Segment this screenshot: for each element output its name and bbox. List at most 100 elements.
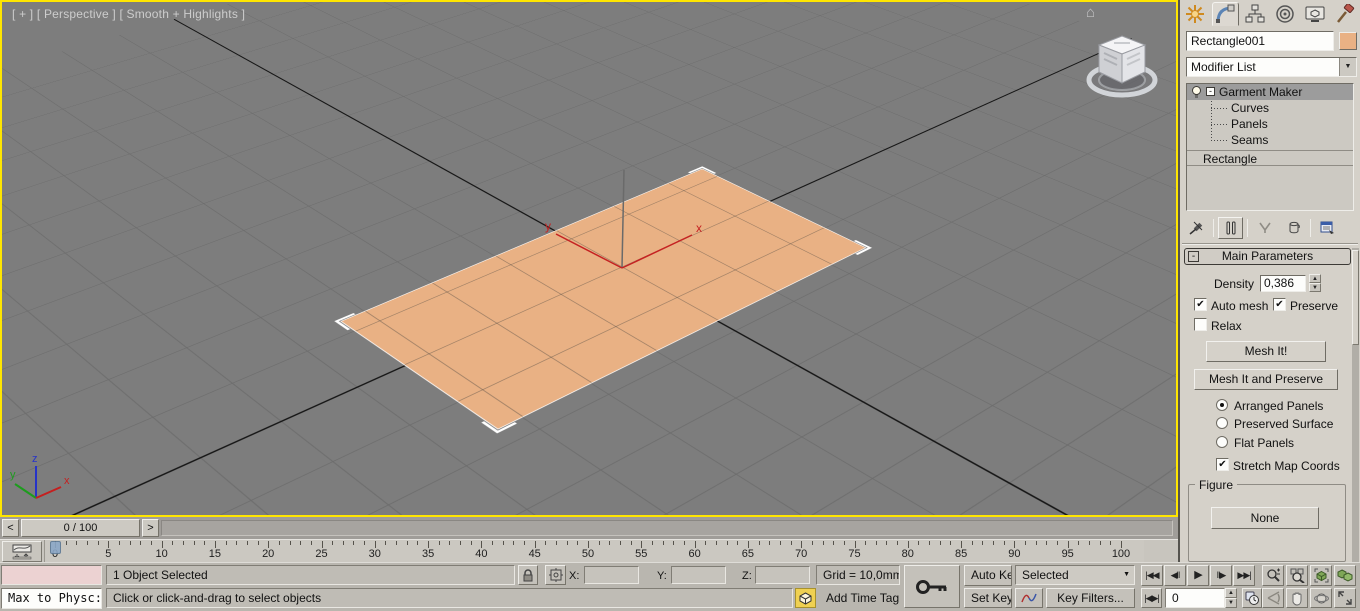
current-frame-field[interactable]: 0 <box>1165 588 1225 608</box>
density-field[interactable]: 0,386 <box>1260 275 1306 292</box>
auto-key-button[interactable]: Auto Key <box>964 565 1012 586</box>
display-icon <box>1305 6 1325 22</box>
zoom-extents-all-button[interactable] <box>1334 565 1356 586</box>
coord-z-field[interactable] <box>755 566 810 584</box>
next-frame-playback-button[interactable]: ‖▶ <box>1210 565 1232 586</box>
object-color-swatch[interactable] <box>1339 32 1357 50</box>
figure-none-button[interactable]: None <box>1211 507 1319 529</box>
spin-down-icon[interactable]: ▼ <box>1225 598 1237 608</box>
spin-down-icon[interactable]: ▼ <box>1309 283 1321 292</box>
stack-subobject-curves[interactable]: Curves <box>1187 100 1353 116</box>
maximize-viewport-toggle[interactable] <box>1334 588 1356 608</box>
prompt-line: Click or click-and-drag to select object… <box>106 588 793 608</box>
configure-sets-icon <box>1320 221 1334 234</box>
time-slider[interactable]: 0 / 100 <box>21 519 140 537</box>
viewport-perspective[interactable]: x y [ + ] [ Perspective ] [ Smooth + Hig… <box>0 0 1178 517</box>
remove-modifier-button[interactable] <box>1281 217 1306 239</box>
coord-x-field[interactable] <box>584 566 639 584</box>
spin-up-icon[interactable]: ▲ <box>1225 588 1237 598</box>
stack-subobject-panels[interactable]: Panels <box>1187 116 1353 132</box>
preserved-surface-radio[interactable] <box>1216 417 1228 429</box>
set-key-button[interactable]: Set Key <box>964 588 1012 608</box>
trackbar-frame-label: 65 <box>741 548 755 560</box>
mesh-it-and-preserve-button[interactable]: Mesh It and Preserve <box>1194 369 1338 390</box>
tab-utilities[interactable] <box>1332 2 1359 26</box>
zoom-all-icon <box>1290 568 1305 583</box>
previous-frame-button[interactable]: < <box>2 519 19 537</box>
flat-panels-radio[interactable] <box>1216 436 1228 448</box>
key-filters-button[interactable]: Key Filters... <box>1046 588 1135 608</box>
configure-modifier-sets-button[interactable] <box>1315 217 1340 239</box>
stack-item-rectangle[interactable]: Rectangle <box>1187 150 1353 166</box>
viewcube-home-icon[interactable]: ⌂ <box>1086 4 1095 21</box>
play-button[interactable]: ▶ <box>1187 565 1209 586</box>
zoom-button[interactable] <box>1262 565 1284 586</box>
modifier-list-dropdown[interactable]: Modifier List ▼ <box>1186 57 1357 77</box>
relax-checkbox[interactable] <box>1194 318 1207 331</box>
zoom-extents-icon <box>1314 568 1328 583</box>
selection-lock-toggle[interactable] <box>518 565 538 585</box>
add-time-tag[interactable]: Add Time Tag <box>820 588 900 608</box>
make-unique-button[interactable] <box>1252 217 1277 239</box>
modifier-on-bulb-icon[interactable] <box>1191 86 1202 99</box>
rollout-collapse-icon[interactable]: - <box>1188 251 1199 262</box>
stack-subobject-seams[interactable]: Seams <box>1187 132 1353 148</box>
command-panel: Rectangle001 Modifier List ▼ - Garment M… <box>1178 0 1360 562</box>
panel-scrollbar[interactable] <box>1352 248 1359 562</box>
next-frame-button[interactable]: > <box>142 519 159 537</box>
time-configuration-button[interactable] <box>1242 588 1262 608</box>
default-tangent-button[interactable] <box>1015 588 1043 608</box>
absolute-mode-toggle[interactable] <box>545 565 566 585</box>
trackbar-frame-label: 35 <box>421 548 435 560</box>
tab-create[interactable] <box>1182 2 1209 26</box>
viewcube[interactable] <box>1084 28 1160 104</box>
coord-y-field[interactable] <box>671 566 726 584</box>
object-name-field[interactable]: Rectangle001 <box>1186 31 1334 51</box>
pan-button[interactable] <box>1286 588 1308 608</box>
selection-set-dropdown[interactable]: Selected ▼ <box>1015 565 1135 585</box>
density-spinner[interactable]: ▲ ▼ <box>1309 274 1321 292</box>
macro-recorder-field[interactable] <box>1 565 102 585</box>
mesh-it-button[interactable]: Mesh It! <box>1206 341 1326 362</box>
trackbar-frame-label: 30 <box>368 548 381 560</box>
pin-stack-button[interactable] <box>1184 217 1209 239</box>
zoom-all-button[interactable] <box>1286 565 1308 586</box>
tab-motion[interactable] <box>1272 2 1299 26</box>
relax-label: Relax <box>1211 319 1242 333</box>
arranged-panels-radio[interactable] <box>1216 399 1228 411</box>
show-end-result-toggle[interactable] <box>1218 216 1243 239</box>
isolate-selection-toggle[interactable] <box>795 588 816 608</box>
set-keys-button[interactable] <box>904 565 960 608</box>
mini-curve-editor-button[interactable] <box>2 541 42 562</box>
preserve-checkbox[interactable]: ✔ <box>1273 298 1286 311</box>
trackbar-frame-label: 100 <box>1111 548 1131 560</box>
tab-modify[interactable] <box>1211 1 1239 26</box>
field-of-view-button[interactable] <box>1262 588 1284 608</box>
absolute-mode-icon <box>548 568 563 582</box>
previous-frame-playback-button[interactable]: ◀‖ <box>1164 565 1186 586</box>
tab-hierarchy[interactable] <box>1242 2 1269 26</box>
key-mode-toggle[interactable]: |◀▶| <box>1141 588 1162 608</box>
viewport-label[interactable]: [ + ] [ Perspective ] [ Smooth + Highlig… <box>12 7 245 21</box>
time-slider-track[interactable] <box>161 520 1173 536</box>
auto-mesh-checkbox[interactable]: ✔ <box>1194 298 1207 311</box>
frame-field-spinner[interactable]: ▲ ▼ <box>1225 588 1237 608</box>
collapse-box-icon[interactable]: - <box>1206 87 1215 96</box>
spin-up-icon[interactable]: ▲ <box>1309 274 1321 283</box>
hierarchy-icon <box>1245 4 1265 22</box>
panel-scrollbar-thumb[interactable] <box>1352 250 1359 345</box>
tab-display[interactable] <box>1302 2 1329 26</box>
stretch-map-coords-checkbox[interactable]: ✔ <box>1216 458 1229 471</box>
trackbar-frame-label: 95 <box>1061 548 1074 560</box>
trackbar-ruler[interactable]: 0 5 10 15 20 25 30 35 40 45 50 55 60 65 70 75 80 85 90 95 10… <box>44 540 1144 563</box>
current-frame-marker[interactable] <box>50 541 61 554</box>
stack-item-garment-maker[interactable]: - Garment Maker <box>1187 84 1353 100</box>
orbit-button[interactable] <box>1310 588 1332 608</box>
zoom-extents-button[interactable] <box>1310 565 1332 586</box>
go-to-start-button[interactable]: |◀◀ <box>1141 565 1163 586</box>
maxscript-mini-listener[interactable]: Max to Physc: <box>1 588 102 609</box>
main-parameters-rollout[interactable]: - Main Parameters <box>1184 248 1351 265</box>
trackbar-frame-label: 5 <box>105 548 112 560</box>
go-to-end-button[interactable]: ▶▶| <box>1233 565 1255 586</box>
zoom-icon <box>1266 568 1280 582</box>
